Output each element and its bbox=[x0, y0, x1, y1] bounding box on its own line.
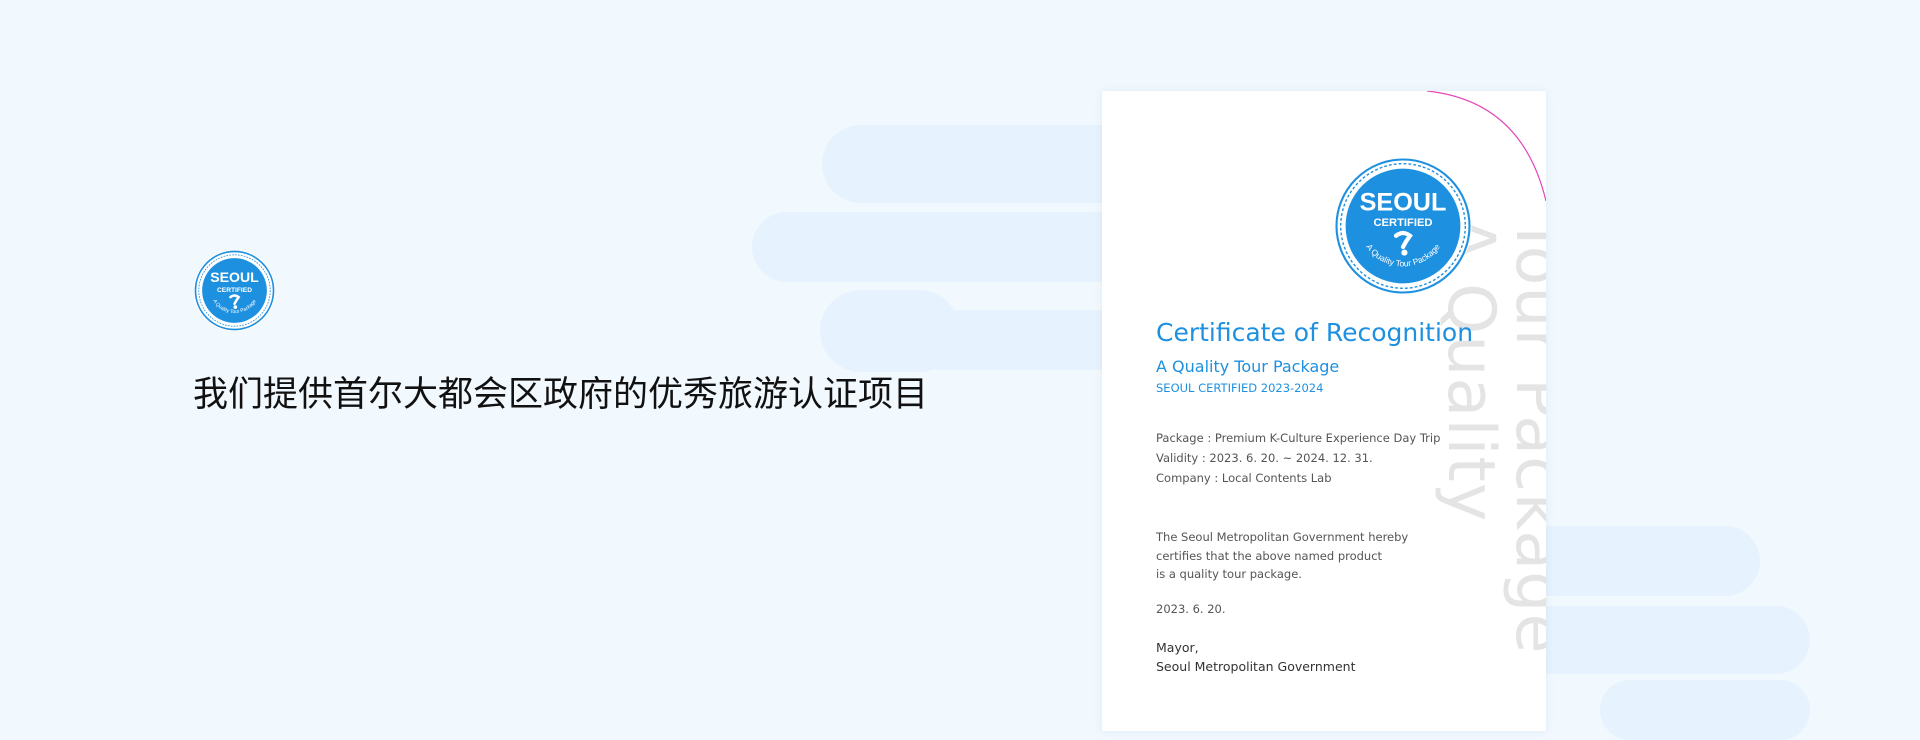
statement-line: The Seoul Metropolitan Government hereby bbox=[1156, 530, 1409, 544]
certificate-title: Certificate of Recognition bbox=[1156, 318, 1474, 347]
intro-section: SEOUL CERTIFIED A Quality Tour Package 我… bbox=[193, 249, 928, 417]
info-value: 2023. 6. 20. ~ 2024. 12. 31. bbox=[1209, 451, 1373, 465]
watermark-line-2: Tour Package bbox=[1501, 216, 1546, 655]
certificate-seal-icon: SEOUL CERTIFIED A Quality Tour Package bbox=[1334, 157, 1472, 295]
certificate-subtitle: A Quality Tour Package bbox=[1156, 357, 1340, 376]
info-row-package: Package : Premium K-Culture Experience D… bbox=[1156, 428, 1440, 448]
certificate-statement: The Seoul Metropolitan Government hereby… bbox=[1156, 528, 1408, 584]
seal-line1: SEOUL bbox=[1360, 189, 1447, 217]
info-value: Premium K-Culture Experience Day Trip bbox=[1214, 431, 1441, 445]
info-row-validity: Validity : 2023. 6. 20. ~ 2024. 12. 31. bbox=[1156, 448, 1440, 468]
certificate-card: Tour Package A Quality SEOUL CERTIFIED A… bbox=[1102, 91, 1546, 731]
seal-line2: CERTIFIED bbox=[217, 287, 252, 294]
signer-title: Mayor, bbox=[1156, 640, 1199, 655]
certificate-year-line: SEOUL CERTIFIED 2023-2024 bbox=[1156, 381, 1324, 395]
statement-line: certifies that the above named product bbox=[1156, 548, 1383, 563]
decorative-arc bbox=[1426, 91, 1546, 202]
intro-heading: 我们提供首尔大都会区政府的优秀旅游认证项目 bbox=[193, 375, 929, 415]
statement-line: is a quality tour package. bbox=[1156, 567, 1302, 581]
info-label: Validity : bbox=[1156, 451, 1206, 465]
seal-line2: CERTIFIED bbox=[1373, 217, 1432, 229]
info-label: Company : bbox=[1156, 471, 1219, 485]
certificate-info: Package : Premium K-Culture Experience D… bbox=[1156, 428, 1440, 488]
info-row-company: Company : Local Contents Lab bbox=[1156, 468, 1440, 488]
signer-org: Seoul Metropolitan Government bbox=[1156, 659, 1356, 674]
seal-line1: SEOUL bbox=[210, 269, 259, 285]
background-cloud bbox=[1600, 680, 1810, 740]
background-cloud bbox=[1510, 526, 1760, 596]
seoul-certified-seal-icon: SEOUL CERTIFIED A Quality Tour Package bbox=[193, 249, 276, 332]
info-value: Local Contents Lab bbox=[1221, 471, 1332, 485]
certificate-date: 2023. 6. 20. bbox=[1156, 602, 1226, 616]
info-label: Package : bbox=[1156, 431, 1212, 445]
certificate-signer: Mayor, Seoul Metropolitan Government bbox=[1156, 638, 1355, 676]
